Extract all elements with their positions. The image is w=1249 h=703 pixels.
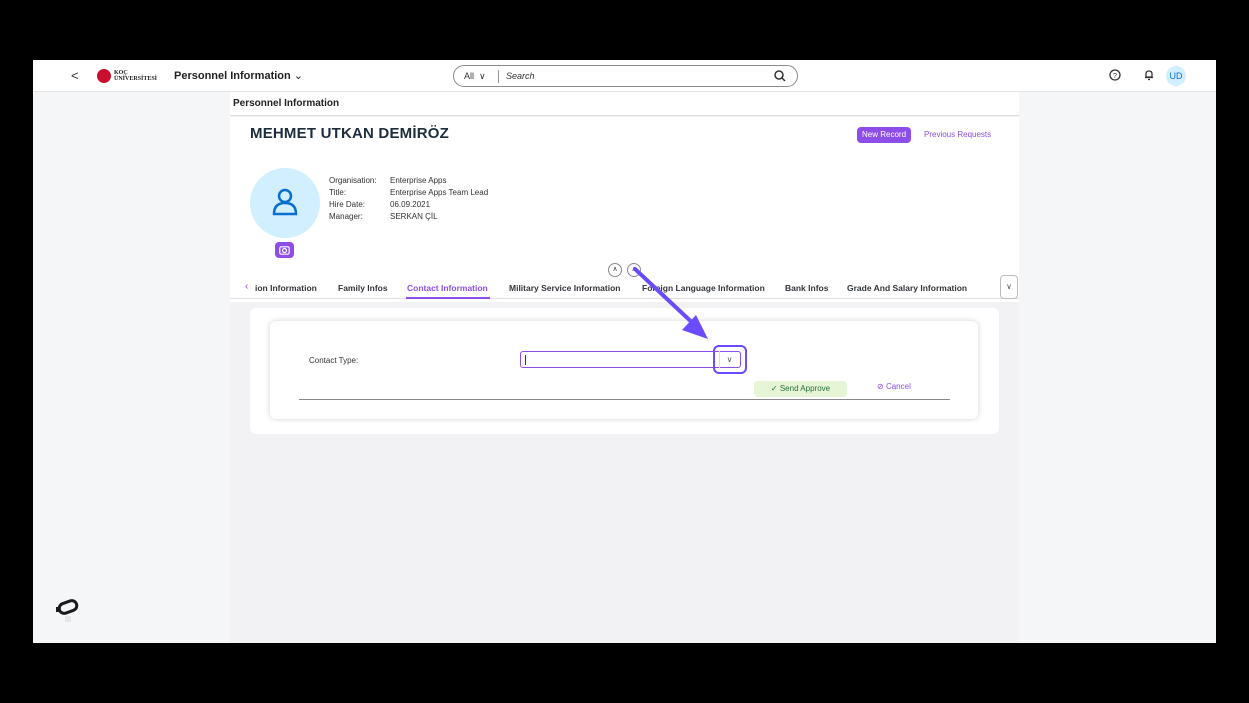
app-window: < KOÇ ÜNİVERSİTESİ Personnel Information…	[33, 60, 1216, 643]
person-icon	[272, 188, 298, 216]
tab-contact-information[interactable]: Contact Information	[407, 283, 488, 293]
form-divider	[299, 399, 950, 400]
change-photo-button[interactable]	[275, 242, 294, 258]
contact-type-combobox[interactable]	[520, 351, 741, 368]
contact-type-input[interactable]	[527, 354, 717, 366]
attr-hire-date: Hire Date: 06.09.2021	[329, 200, 431, 209]
pin-header-button[interactable]: ∧	[627, 263, 641, 277]
svg-text:?: ?	[1113, 73, 1117, 80]
chevron-down-icon: ∨	[479, 71, 486, 81]
tab-foreign-language-information[interactable]: Foreign Language Information	[642, 283, 765, 293]
previous-requests-link[interactable]: Previous Requests	[924, 130, 991, 139]
app-title-menu[interactable]: Personnel Information ⌄	[174, 69, 303, 82]
checkmark-icon: ✓	[770, 384, 778, 393]
app-title: Personnel Information	[174, 70, 291, 82]
cancel-icon: ⊘	[877, 382, 884, 391]
logo-mark-icon	[97, 69, 111, 83]
search-icon[interactable]	[773, 69, 787, 83]
employee-attributes: Organisation: Enterprise Apps Title: Enter…	[329, 175, 488, 223]
search-input[interactable]: Search	[506, 71, 535, 81]
send-approve-button[interactable]: ✓ Send Approve	[754, 381, 847, 397]
user-avatar[interactable]: UD	[1166, 66, 1186, 86]
text-caret	[525, 355, 526, 365]
logo-text-line-2: ÜNİVERSİTESİ	[114, 76, 158, 82]
back-button[interactable]: <	[71, 68, 79, 83]
annotation-highlight-box	[713, 345, 747, 374]
tabs-overflow-button[interactable]: ∨	[1000, 275, 1018, 299]
collapse-header-button[interactable]: ∧	[608, 263, 622, 277]
attr-manager: Manager: SERKAN ÇİL	[329, 212, 438, 221]
tool-logo-icon	[56, 599, 79, 622]
send-approve-label: Send Approve	[779, 384, 831, 393]
tab-family-infos[interactable]: Family Infos	[338, 283, 388, 293]
employee-header: MEHMET UTKAN DEMİRÖZ New Record Previous…	[230, 117, 1019, 302]
attr-organisation: Organisation: Enterprise Apps	[329, 176, 447, 185]
tab-bank-infos[interactable]: Bank Infos	[785, 283, 828, 293]
page-title: Personnel Information	[233, 98, 340, 109]
section-tabs: ‹ ion Information Family Infos Contact I…	[230, 277, 1019, 299]
tab-grade-and-salary-information[interactable]: Grade And Salary Information	[847, 283, 967, 293]
contact-form-card: Contact Type: ∨ ✓ Send Approve ⊘ Cancel	[270, 321, 978, 419]
employee-photo	[250, 168, 320, 238]
active-tab-indicator	[406, 297, 490, 299]
search-scope-label: All	[464, 71, 475, 81]
bell-icon[interactable]	[1143, 69, 1155, 81]
search-bar: All ∨ Search	[453, 65, 798, 87]
tab-education-information[interactable]: ion Information	[255, 283, 317, 293]
object-page: Personnel Information MEHMET UTKAN DEMİR…	[230, 92, 1019, 643]
employee-name: MEHMET UTKAN DEMİRÖZ	[250, 125, 449, 142]
company-logo[interactable]: KOÇ ÜNİVERSİTESİ	[97, 69, 157, 83]
search-separator	[498, 70, 499, 83]
contact-type-label: Contact Type:	[309, 356, 359, 365]
cancel-button[interactable]: ⊘ Cancel	[877, 382, 911, 391]
camera-icon	[279, 246, 290, 255]
tab-military-service-information[interactable]: Military Service Information	[509, 283, 620, 293]
new-record-button[interactable]: New Record	[857, 127, 912, 143]
shell-bar: < KOÇ ÜNİVERSİTESİ Personnel Information…	[33, 60, 1216, 92]
page-header-bar: Personnel Information	[230, 92, 1019, 116]
contact-section: Contact Type: ∨ ✓ Send Approve ⊘ Cancel	[250, 308, 999, 434]
chevron-down-icon: ⌄	[293, 70, 303, 82]
search-scope-select[interactable]: All ∨	[464, 71, 486, 82]
help-icon[interactable]: ?	[1109, 69, 1121, 81]
attr-title: Title: Enterprise Apps Team Lead	[329, 188, 489, 197]
scroll-left-icon[interactable]: ‹	[245, 281, 248, 292]
cancel-label: Cancel	[885, 382, 911, 391]
